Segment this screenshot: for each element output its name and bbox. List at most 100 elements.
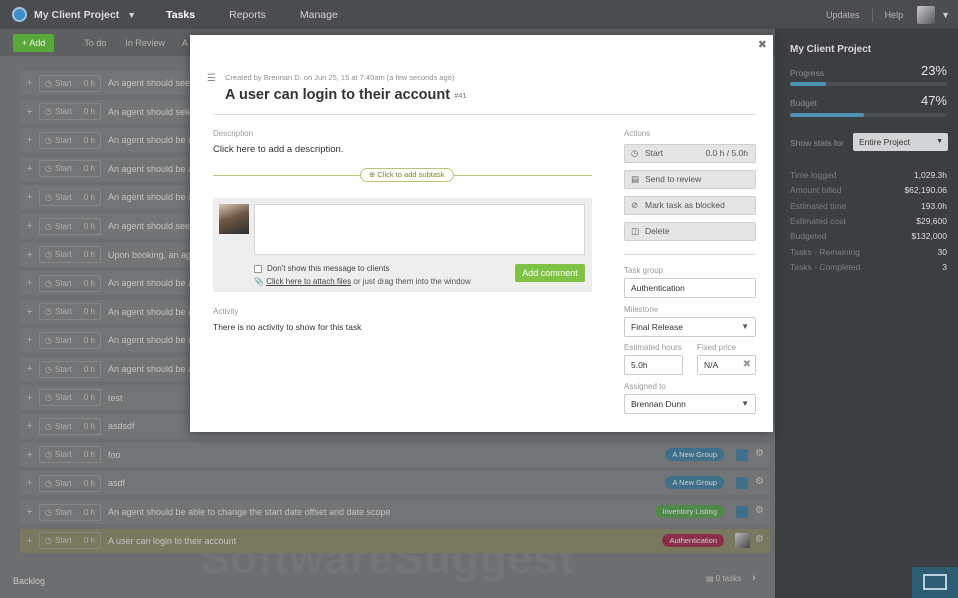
mark-blocked-button[interactable]: ⊘ Mark task as blocked xyxy=(624,196,756,215)
expand-icon[interactable]: + xyxy=(20,163,39,175)
task-title[interactable]: A user can login to their account xyxy=(108,536,236,546)
assignee-placeholder-icon[interactable] xyxy=(736,477,748,490)
estimated-hours-input[interactable]: 5.0h xyxy=(624,355,683,375)
expand-icon[interactable]: + xyxy=(20,77,39,89)
table-row[interactable]: + ◷ Start 0 h asdf A New Group ⚙ xyxy=(20,471,770,496)
task-title[interactable]: asdf xyxy=(108,478,125,488)
add-subtask-button[interactable]: ⊕ Click to add subtask xyxy=(360,168,454,182)
expand-icon[interactable]: + xyxy=(20,420,39,432)
task-title[interactable]: An agent should be a xyxy=(108,307,193,317)
start-timer-button[interactable]: ◷ Start 0 h xyxy=(39,131,101,149)
start-timer-button[interactable]: ◷ Start 0 h xyxy=(39,503,101,521)
filter-in-review[interactable]: In Review xyxy=(125,38,165,48)
assignee-placeholder-icon[interactable] xyxy=(736,448,748,461)
task-title[interactable]: An agent should see xyxy=(108,221,190,231)
nav-manage[interactable]: Manage xyxy=(300,9,338,21)
start-timer-button[interactable]: ◷ Start 0 h xyxy=(39,217,101,235)
start-timer-button[interactable]: ◷ Start 0 h xyxy=(39,331,101,349)
chevron-right-icon[interactable]: › xyxy=(752,572,756,584)
task-title[interactable]: An agent should be able to change the st… xyxy=(108,507,391,517)
task-title[interactable]: An agent should see xyxy=(108,78,190,88)
start-timer-button[interactable]: ◷ Start 0 h xyxy=(39,446,101,464)
start-timer-button[interactable]: ◷ Start 0 h xyxy=(39,360,101,378)
attach-files-link[interactable]: Click here to attach files xyxy=(266,277,351,286)
hide-from-clients-checkbox[interactable]: Don't show this message to clients xyxy=(254,264,389,273)
comment-input[interactable] xyxy=(254,204,585,255)
description-field[interactable]: Click here to add a description. xyxy=(213,144,343,155)
task-title[interactable]: An agent should be a xyxy=(108,192,193,202)
start-timer-button[interactable]: ◷ Start 0 h xyxy=(39,274,101,292)
assignee-avatar[interactable] xyxy=(735,532,750,548)
expand-icon[interactable]: + xyxy=(20,306,39,318)
expand-icon[interactable]: + xyxy=(20,106,39,118)
filter-todo[interactable]: To do xyxy=(84,38,106,48)
start-timer-button[interactable]: ◷ Start 0 h xyxy=(39,103,101,121)
add-comment-button[interactable]: Add comment xyxy=(515,264,585,282)
project-switcher[interactable]: My Client Project xyxy=(34,9,119,21)
task-group-tag[interactable]: Inventory Listing xyxy=(655,505,724,518)
expand-icon[interactable]: + xyxy=(20,191,39,203)
gear-icon[interactable]: ⚙ xyxy=(755,534,764,545)
filter-more[interactable]: A xyxy=(182,38,188,48)
milestone-select[interactable]: Final Release ▼ xyxy=(624,317,756,337)
gear-icon[interactable]: ⚙ xyxy=(755,448,764,459)
updates-link[interactable]: Updates xyxy=(826,10,860,20)
task-group-tag[interactable]: A New Group xyxy=(665,476,724,490)
clear-icon[interactable]: ✖ xyxy=(743,356,751,374)
expand-icon[interactable]: + xyxy=(20,334,39,346)
assignee-placeholder-icon[interactable] xyxy=(736,506,748,518)
close-icon[interactable]: ✖ xyxy=(758,38,767,51)
expand-icon[interactable]: + xyxy=(20,134,39,146)
expand-icon[interactable]: + xyxy=(20,277,39,289)
start-timer-button[interactable]: ◷ Start 0 h xyxy=(39,188,101,206)
fixed-price-input[interactable]: N/A ✖ xyxy=(697,355,756,375)
start-timer-button[interactable]: ◷ Start 0 h xyxy=(39,160,101,178)
chevron-down-icon[interactable]: ▼ xyxy=(127,10,136,20)
task-group-tag[interactable]: Authentication xyxy=(662,533,724,547)
assignee-select[interactable]: Brennan Dunn ▼ xyxy=(624,394,756,414)
task-group-input[interactable]: Authentication xyxy=(624,278,756,298)
expand-icon[interactable]: + xyxy=(20,506,39,518)
table-row[interactable]: + ◷ Start 0 h An agent should be able to cha… xyxy=(20,500,770,524)
task-title[interactable]: An agent should be a xyxy=(108,278,193,288)
send-to-review-button[interactable]: ▤ Send to review xyxy=(624,170,756,189)
expand-icon[interactable]: + xyxy=(20,477,39,489)
task-title[interactable]: An agent should be a xyxy=(108,135,193,145)
task-title[interactable]: test xyxy=(108,393,123,403)
expand-icon[interactable]: + xyxy=(20,392,39,404)
task-title[interactable]: An agent should be a xyxy=(108,364,193,374)
chevron-down-icon[interactable]: ▼ xyxy=(941,10,950,20)
start-timer-button[interactable]: ◷ Start 0 h xyxy=(39,246,101,264)
start-timer-button[interactable]: ◷ Start 0 h xyxy=(39,474,101,492)
expand-icon[interactable]: + xyxy=(20,535,39,547)
table-row[interactable]: + ◷ Start 0 h foo A New Group ⚙ xyxy=(20,442,770,467)
checkbox-icon[interactable] xyxy=(254,264,262,273)
gear-icon[interactable]: ⚙ xyxy=(755,505,764,516)
start-timer-button[interactable]: ◷ Start 0 h xyxy=(39,417,101,435)
task-title[interactable]: An agent should be a xyxy=(108,164,193,174)
task-title[interactable]: A user can login to their account #41 xyxy=(225,87,467,103)
start-timer-button[interactable]: ◷ Start 0.0 h / 5.0h xyxy=(624,144,756,163)
task-title[interactable]: An agent should be a xyxy=(108,335,193,345)
task-title[interactable]: Upon booking, an ag xyxy=(108,250,191,260)
task-group-tag[interactable]: A New Group xyxy=(665,447,724,461)
fullscreen-button[interactable] xyxy=(912,567,958,598)
expand-icon[interactable]: + xyxy=(20,363,39,375)
stats-scope-select[interactable]: Entire Project ▼ xyxy=(853,133,948,151)
backlog-label[interactable]: Backlog xyxy=(13,576,45,586)
expand-icon[interactable]: + xyxy=(20,220,39,232)
table-row[interactable]: + ◷ Start 0 h A user can login to their acco… xyxy=(20,528,770,553)
start-timer-button[interactable]: ◷ Start 0 h xyxy=(39,74,101,92)
user-avatar[interactable] xyxy=(917,5,936,24)
start-timer-button[interactable]: ◷ Start 0 h xyxy=(39,303,101,321)
app-logo-icon[interactable] xyxy=(12,7,27,22)
expand-icon[interactable]: + xyxy=(20,249,39,261)
task-title[interactable]: asdsdf xyxy=(108,421,135,431)
start-timer-button[interactable]: ◷ Start 0 h xyxy=(39,389,101,407)
add-task-button[interactable]: + Add xyxy=(13,33,55,52)
delete-button[interactable]: ◫ Delete xyxy=(624,222,756,241)
nav-tasks[interactable]: Tasks xyxy=(166,9,195,21)
gear-icon[interactable]: ⚙ xyxy=(755,476,764,487)
start-timer-button[interactable]: ◷ Start 0 h xyxy=(39,532,101,550)
nav-reports[interactable]: Reports xyxy=(229,9,266,21)
